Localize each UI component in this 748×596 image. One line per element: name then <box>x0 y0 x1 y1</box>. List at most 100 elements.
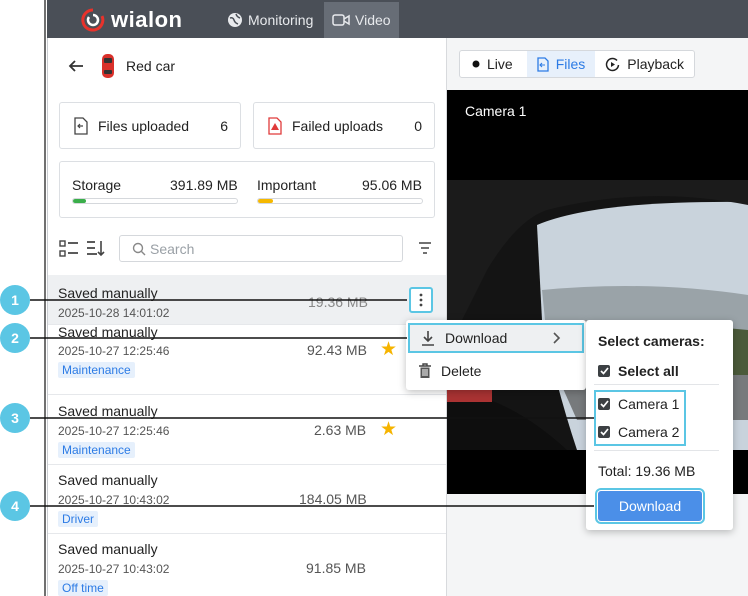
storage-progress-bar <box>72 198 238 204</box>
search-input[interactable]: Search <box>119 235 403 262</box>
divider <box>594 450 719 451</box>
callout-2: 2 <box>0 323 30 353</box>
filter-icon[interactable] <box>418 242 432 254</box>
failed-uploads-box[interactable]: Failed uploads 0 <box>253 102 435 149</box>
more-options-button[interactable] <box>409 287 433 313</box>
file-date: 2025-10-27 12:25:46 <box>58 424 170 438</box>
file-row[interactable]: Saved manually 2025-10-27 10:43:02 91.85… <box>48 534 446 596</box>
file-date: 2025-10-28 14:01:02 <box>58 306 170 320</box>
nav-video[interactable]: Video <box>324 2 399 38</box>
tab-playback[interactable]: Playback <box>595 51 694 77</box>
file-tag: Driver <box>58 511 98 527</box>
file-title: Saved manually <box>58 285 158 301</box>
camera-2-checkbox[interactable]: Camera 2 <box>598 424 679 440</box>
storage-label: Storage <box>72 177 122 193</box>
tab-files[interactable]: Files <box>526 51 596 77</box>
top-bar: wialon Monitoring Video <box>47 0 748 38</box>
files-uploaded-label: Files uploaded <box>98 117 190 134</box>
files-panel: Red car Files uploaded 6 Failed uploads … <box>47 38 447 596</box>
menu-delete[interactable]: Delete <box>406 355 586 387</box>
callout-3: 3 <box>0 403 30 433</box>
video-icon <box>332 14 350 26</box>
checkbox-checked-icon <box>598 398 610 410</box>
file-date: 2025-10-27 10:43:02 <box>58 562 170 576</box>
failed-uploads-label: Failed uploads <box>292 117 384 134</box>
star-icon[interactable]: ★ <box>380 340 397 359</box>
camera-label: Camera 1 <box>465 103 527 119</box>
nav-video-label: Video <box>355 12 391 28</box>
file-context-menu: Download Delete <box>406 320 586 390</box>
menu-download[interactable]: Download <box>408 323 584 353</box>
file-title: Saved manually <box>58 472 158 488</box>
globe-icon <box>228 13 242 27</box>
file-date: 2025-10-27 10:43:02 <box>58 493 170 507</box>
wialon-logo[interactable]: wialon <box>81 7 182 33</box>
nav-monitoring-label: Monitoring <box>248 12 314 28</box>
search-icon <box>132 242 146 255</box>
files-uploaded-box[interactable]: Files uploaded 6 <box>59 102 241 149</box>
file-row[interactable]: Saved manually 2025-10-27 12:25:46 2.63 … <box>48 396 446 465</box>
sort-icon[interactable] <box>86 239 106 259</box>
file-row[interactable]: Saved manually 2025-10-27 10:43:02 184.0… <box>48 465 446 534</box>
wialon-logo-icon <box>81 8 105 32</box>
file-size: 184.05 MB <box>299 491 367 507</box>
camera-2-label: Camera 2 <box>618 424 680 440</box>
view-mode-tabs: Live Files Playback <box>459 50 696 78</box>
file-tag: Maintenance <box>58 442 135 458</box>
file-title: Saved manually <box>58 403 158 419</box>
file-size: 19.36 MB <box>308 294 368 310</box>
file-title: Saved manually <box>58 324 158 340</box>
checkbox-checked-icon <box>598 365 610 377</box>
checklist-icon[interactable] <box>59 239 79 259</box>
file-row[interactable]: Saved manually 2025-10-27 12:25:46 92.43… <box>48 324 446 395</box>
search-placeholder: Search <box>150 240 195 257</box>
file-date: 2025-10-27 12:25:46 <box>58 344 170 358</box>
file-size: 92.43 MB <box>307 342 367 358</box>
chevron-right-icon <box>553 332 561 344</box>
unit-header: Red car <box>68 54 175 78</box>
storage-progress-fill <box>73 199 87 203</box>
select-all-checkbox[interactable]: Select all <box>598 363 679 379</box>
important-label: Important <box>257 177 317 193</box>
file-tag: Off time <box>58 580 108 596</box>
menu-delete-label: Delete <box>441 363 482 379</box>
kebab-icon <box>419 293 423 307</box>
files-uploaded-value: 6 <box>220 117 228 134</box>
tab-live[interactable]: Live <box>460 51 527 77</box>
file-title: Saved manually <box>58 541 158 557</box>
menu-download-label: Download <box>445 330 508 346</box>
download-button[interactable]: Download <box>595 488 705 524</box>
download-icon <box>422 331 434 346</box>
camera-1-label: Camera 1 <box>618 396 680 412</box>
nav-monitoring[interactable]: Monitoring <box>219 2 321 38</box>
storage-value: 391.89 MB <box>170 177 238 193</box>
callout-4: 4 <box>0 491 30 521</box>
select-all-label: Select all <box>618 363 679 379</box>
back-arrow-icon[interactable] <box>68 58 84 74</box>
file-row[interactable]: Saved manually 2025-10-28 14:01:02 19.36… <box>48 275 446 325</box>
failed-file-icon <box>268 116 282 135</box>
star-icon[interactable]: ★ <box>380 420 397 439</box>
file-tag: Maintenance <box>58 362 135 378</box>
total-size: Total: 19.36 MB <box>598 463 696 479</box>
file-size: 91.85 MB <box>306 560 366 576</box>
checkbox-checked-icon <box>598 426 610 438</box>
tab-files-label: Files <box>555 56 586 72</box>
trash-icon <box>419 363 431 378</box>
brand-name: wialon <box>111 7 183 32</box>
file-upload-icon <box>74 116 88 135</box>
tab-live-label: Live <box>487 56 513 72</box>
red-car-icon <box>102 54 114 78</box>
tab-playback-label: Playback <box>627 56 685 72</box>
divider <box>594 384 719 385</box>
camera-1-checkbox[interactable]: Camera 1 <box>598 396 679 412</box>
important-progress-fill <box>258 199 273 203</box>
files-toolbar: Search <box>59 235 439 263</box>
failed-uploads-value: 0 <box>414 117 422 134</box>
select-cameras-title: Select cameras: <box>598 333 705 349</box>
file-icon <box>537 56 549 72</box>
file-size: 2.63 MB <box>314 422 367 438</box>
select-cameras-popup: Select cameras: Select all Camera 1 Came… <box>586 320 733 530</box>
unit-name: Red car <box>126 58 176 74</box>
playback-icon <box>606 57 620 71</box>
